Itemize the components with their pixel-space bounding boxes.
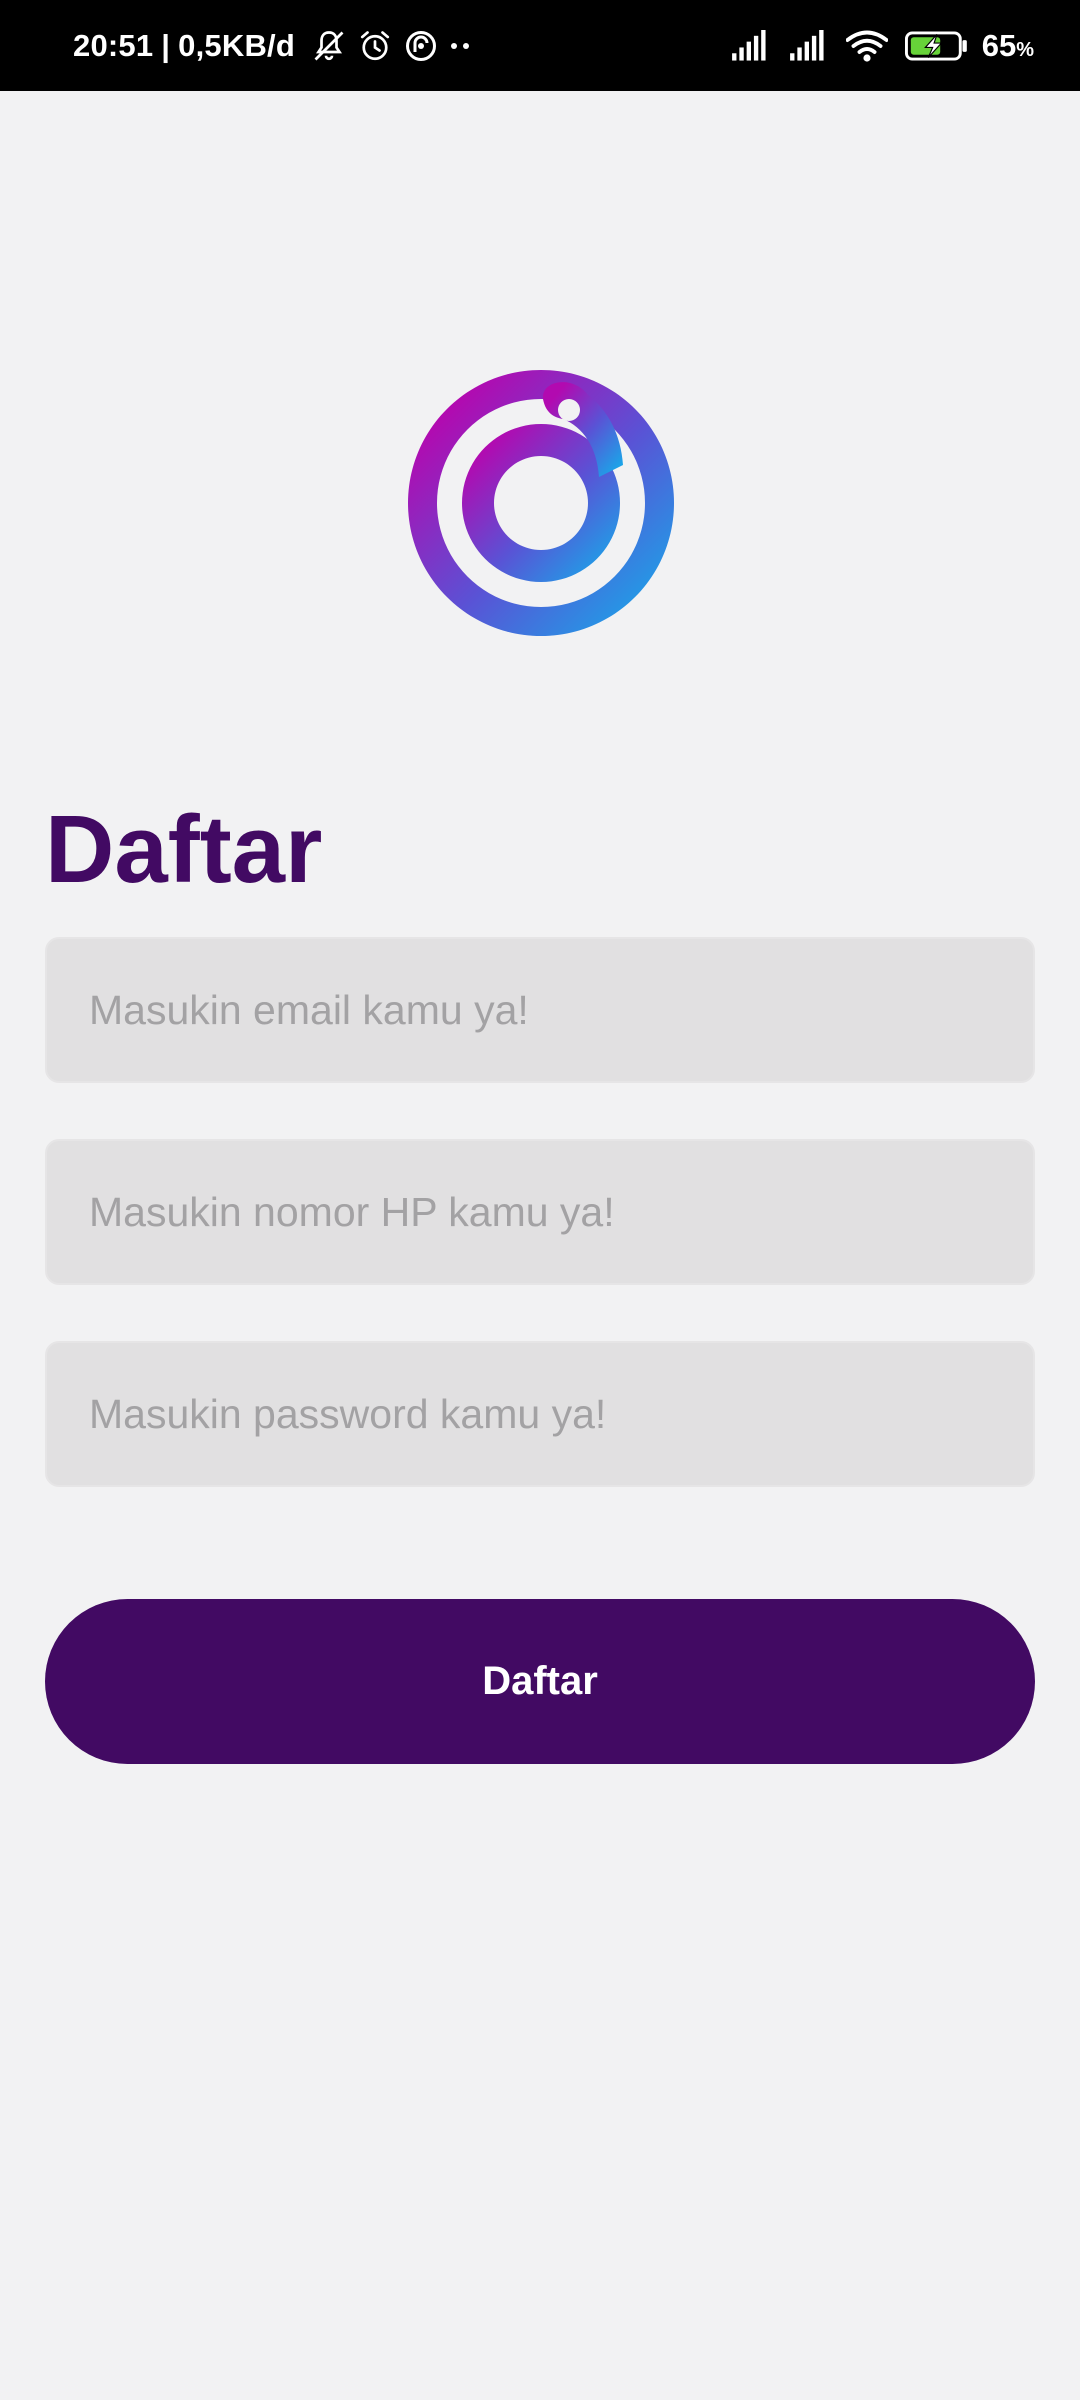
signal-icon [789, 29, 824, 61]
status-icons-left [301, 28, 471, 64]
vpn-icon [406, 30, 436, 61]
status-left: 20:51 | 0,5KB/d [73, 0, 471, 91]
battery-charging-icon [904, 30, 967, 61]
mute-icon [314, 30, 344, 60]
register-button[interactable]: Daftar [45, 1599, 1035, 1764]
app-logo [408, 370, 675, 636]
network-speed: 0,5KB/d [178, 27, 295, 63]
more-dots-icon [451, 42, 469, 49]
battery-unit: % [1016, 38, 1034, 61]
signal-icon [731, 29, 766, 61]
battery-value: 65 [981, 27, 1017, 63]
password-field[interactable] [45, 1341, 1035, 1487]
status-time: 20:51 [73, 27, 154, 63]
alarm-icon [360, 30, 390, 60]
wifi-icon [845, 30, 888, 62]
battery-percentage: 65% [982, 28, 1034, 64]
phone-field[interactable] [45, 1139, 1035, 1285]
email-field[interactable] [45, 937, 1035, 1083]
status-right: 65% [714, 0, 1034, 91]
status-separator: | [161, 27, 171, 63]
page-title: Daftar [45, 796, 323, 903]
status-bar: 20:51 | 0,5KB/d 65% [0, 0, 1080, 91]
